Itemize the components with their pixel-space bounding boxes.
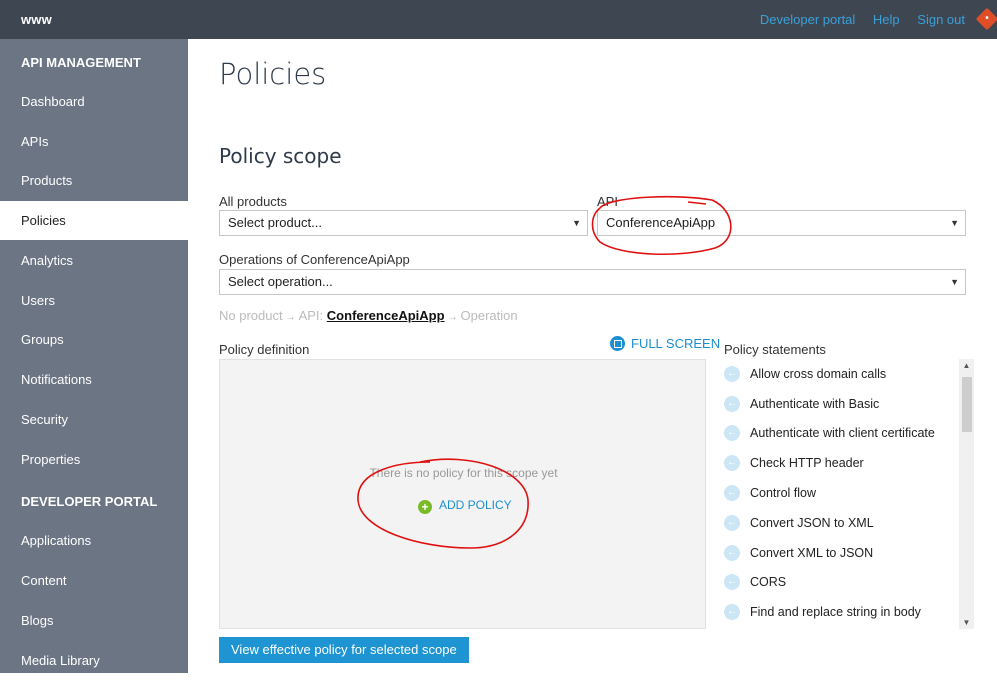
help-link[interactable]: Help bbox=[873, 12, 900, 27]
operation-select-value: Select operation... bbox=[228, 274, 333, 289]
sidebar-item-analytics[interactable]: Analytics bbox=[0, 241, 188, 280]
arrow-icon: → bbox=[447, 312, 458, 323]
sidebar-item-applications[interactable]: Applications bbox=[0, 521, 188, 560]
chevron-down-icon: ▼ bbox=[950, 277, 959, 287]
sidebar-item-policies[interactable]: Policies bbox=[0, 201, 188, 240]
policy-statements-label: Policy statements bbox=[724, 342, 826, 357]
add-policy-button[interactable]: + ADD POLICY bbox=[418, 498, 512, 514]
chevron-down-icon: ▼ bbox=[950, 218, 959, 228]
statement-label: Find and replace string in body bbox=[750, 605, 921, 620]
main-content: Policies Policy scope All products Selec… bbox=[219, 39, 979, 673]
arrow-left-icon: ← bbox=[724, 395, 740, 412]
arrow-left-icon: ← bbox=[724, 455, 740, 472]
sign-out-link[interactable]: Sign out bbox=[917, 12, 965, 27]
brand-name: www bbox=[21, 12, 52, 27]
product-select[interactable]: Select product... ▼ bbox=[219, 210, 588, 236]
sidebar-item-apis[interactable]: APIs bbox=[0, 122, 188, 161]
list-item[interactable]: ← Control flow bbox=[724, 478, 974, 508]
git-icon[interactable]: • bbox=[975, 7, 997, 31]
list-item[interactable]: ← Authenticate with Basic bbox=[724, 389, 974, 419]
policy-scope-heading: Policy scope bbox=[219, 144, 342, 168]
api-select-value: ConferenceApiApp bbox=[606, 215, 716, 230]
api-select[interactable]: ConferenceApiApp ▼ bbox=[597, 210, 966, 236]
full-screen-button[interactable]: FULL SCREEN bbox=[610, 336, 720, 351]
sidebar-item-media-library[interactable]: Media Library bbox=[0, 641, 188, 680]
list-item[interactable]: ← Find and replace string in body bbox=[724, 597, 974, 627]
chevron-down-icon: ▼ bbox=[572, 218, 581, 228]
plus-icon: + bbox=[418, 500, 432, 514]
scope-breadcrumb: No product → API: ConferenceApiApp → Operati… bbox=[219, 308, 518, 323]
view-effective-policy-button[interactable]: View effective policy for selected scope bbox=[219, 637, 469, 663]
sidebar-item-users[interactable]: Users bbox=[0, 281, 188, 320]
sidebar-section-developer-portal: DEVELOPER PORTAL bbox=[21, 494, 158, 509]
top-bar: www Developer portal Help Sign out • bbox=[0, 0, 997, 39]
add-policy-label: ADD POLICY bbox=[439, 498, 512, 512]
list-item[interactable]: ← Check HTTP header bbox=[724, 448, 974, 478]
statements-scrollbar[interactable]: ▲ ▼ bbox=[959, 359, 974, 629]
developer-portal-link[interactable]: Developer portal bbox=[760, 12, 855, 27]
arrow-left-icon: ← bbox=[724, 425, 740, 442]
statement-label: Convert JSON to XML bbox=[750, 515, 874, 530]
list-item[interactable]: ← Authenticate with client certificate bbox=[724, 419, 974, 449]
product-select-value: Select product... bbox=[228, 215, 322, 230]
scroll-down-icon[interactable]: ▼ bbox=[959, 618, 974, 627]
statement-label: Control flow bbox=[750, 486, 816, 501]
policy-definition-label: Policy definition bbox=[219, 342, 310, 357]
statement-label: Authenticate with client certificate bbox=[750, 426, 935, 441]
statement-label: Check HTTP header bbox=[750, 456, 864, 471]
arrow-left-icon: ← bbox=[724, 365, 740, 382]
page-title: Policies bbox=[219, 57, 327, 91]
policy-definition-editor[interactable]: There is no policy for this scope yet + A… bbox=[219, 359, 706, 629]
arrow-left-icon: ← bbox=[724, 485, 740, 502]
statement-label: CORS bbox=[750, 575, 787, 590]
sidebar-section-api-management: API MANAGEMENT bbox=[21, 55, 141, 70]
products-label: All products bbox=[219, 194, 287, 209]
policy-statements-list: ← Allow cross domain calls ← Authenticate … bbox=[724, 359, 974, 629]
sidebar-item-dashboard[interactable]: Dashboard bbox=[0, 82, 188, 121]
sidebar-item-content[interactable]: Content bbox=[0, 561, 188, 600]
arrow-left-icon: ← bbox=[724, 544, 740, 561]
scope-operation[interactable]: Operation bbox=[461, 308, 518, 323]
top-links: Developer portal Help Sign out bbox=[746, 12, 965, 27]
sidebar: API MANAGEMENT Dashboard APIs Products P… bbox=[0, 39, 188, 673]
arrow-left-icon: ← bbox=[724, 574, 740, 591]
operation-select[interactable]: Select operation... ▼ bbox=[219, 269, 966, 295]
operations-label: Operations of ConferenceApiApp bbox=[219, 252, 410, 267]
sidebar-item-products[interactable]: Products bbox=[0, 161, 188, 200]
sidebar-item-blogs[interactable]: Blogs bbox=[0, 601, 188, 640]
list-item[interactable]: ← CORS bbox=[724, 568, 974, 598]
sidebar-item-groups[interactable]: Groups bbox=[0, 320, 188, 359]
sidebar-item-properties[interactable]: Properties bbox=[0, 440, 188, 479]
statement-label: Convert XML to JSON bbox=[750, 545, 874, 560]
sidebar-item-notifications[interactable]: Notifications bbox=[0, 360, 188, 399]
full-screen-icon bbox=[610, 336, 625, 351]
full-screen-label: FULL SCREEN bbox=[631, 336, 721, 351]
api-label: API bbox=[597, 194, 618, 209]
list-item[interactable]: ← Allow cross domain calls bbox=[724, 359, 974, 389]
arrow-left-icon: ← bbox=[724, 514, 740, 531]
scope-api[interactable]: ConferenceApiApp bbox=[327, 308, 445, 323]
list-item[interactable]: ← Convert JSON to XML bbox=[724, 508, 974, 538]
scroll-up-icon[interactable]: ▲ bbox=[959, 361, 974, 370]
scrollbar-thumb[interactable] bbox=[962, 377, 972, 432]
no-policy-message: There is no policy for this scope yet bbox=[369, 466, 558, 480]
list-item[interactable]: ← Convert XML to JSON bbox=[724, 538, 974, 568]
statement-label: Allow cross domain calls bbox=[750, 366, 887, 381]
sidebar-item-security[interactable]: Security bbox=[0, 400, 188, 439]
arrow-icon: → bbox=[285, 312, 296, 323]
scope-product[interactable]: No product bbox=[219, 308, 283, 323]
statement-label: Authenticate with Basic bbox=[750, 396, 880, 411]
scope-api-prefix: API: bbox=[298, 308, 324, 323]
arrow-left-icon: ← bbox=[724, 604, 740, 621]
